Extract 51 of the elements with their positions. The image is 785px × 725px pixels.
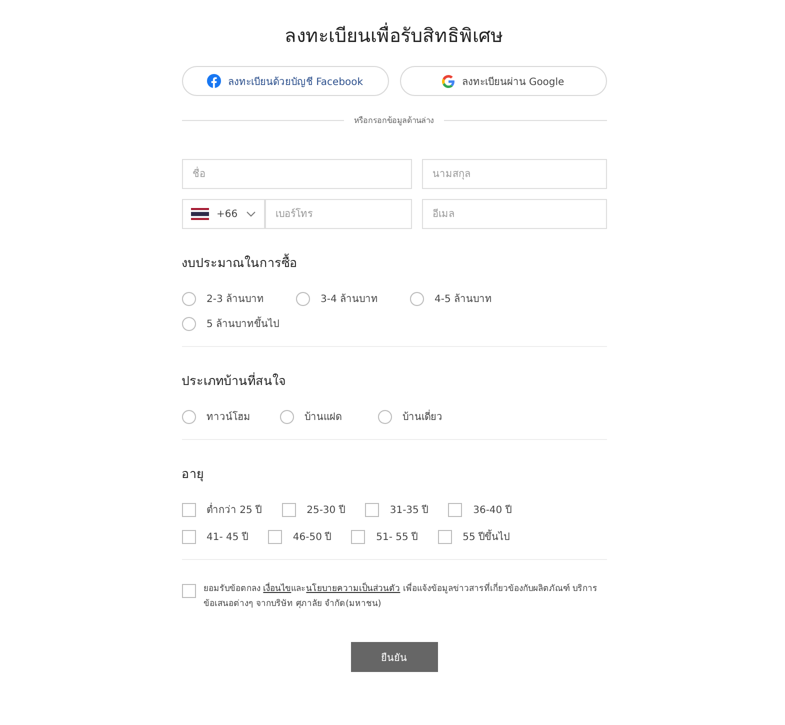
checkbox-option[interactable]: 41- 45 ปี xyxy=(182,529,248,544)
facebook-logo-icon xyxy=(206,74,221,88)
email-field[interactable]: อีเมล xyxy=(422,199,606,229)
section-heading: อายุ xyxy=(182,465,204,484)
checkbox[interactable] xyxy=(282,502,296,516)
radio-option[interactable]: 4-5 ล้านบาท xyxy=(410,291,524,306)
checkbox[interactable] xyxy=(268,530,282,544)
checkbox-option[interactable]: 46-50 ปี xyxy=(268,529,332,544)
radio-button[interactable] xyxy=(378,410,392,424)
policy-link[interactable]: เงื่อนไข xyxy=(263,584,292,594)
radio-option[interactable]: บ้านเดี่ยว xyxy=(378,409,476,424)
radio-option[interactable]: 2-3 ล้านบาท xyxy=(182,291,296,306)
last-name-field[interactable]: นามสกุล xyxy=(422,159,606,189)
checkbox-option[interactable]: 51- 55 ปี xyxy=(351,529,418,544)
checkbox[interactable] xyxy=(438,530,452,544)
radio-button[interactable] xyxy=(182,292,196,306)
checkbox-option[interactable]: 25-30 ปี xyxy=(282,502,345,517)
checkbox-option[interactable]: ต่ำกว่า 25 ปี xyxy=(182,502,262,517)
radio-button[interactable] xyxy=(296,292,310,306)
radio-button[interactable] xyxy=(410,292,424,306)
chevron-down-icon xyxy=(246,211,256,217)
radio-button[interactable] xyxy=(182,316,196,330)
radio-option[interactable]: บ้านแฝด xyxy=(280,409,378,424)
checkbox-option[interactable]: 31-35 ปี xyxy=(364,502,428,517)
radio-option[interactable]: 3-4 ล้านบาท xyxy=(296,291,410,306)
checkbox-option[interactable]: 36-40 ปี xyxy=(448,502,512,517)
checkbox-option[interactable]: 55 ปีขึ้นไป xyxy=(438,529,510,544)
first-name-field[interactable]: ชื่อ xyxy=(182,159,412,189)
radio-button[interactable] xyxy=(182,410,196,424)
thai-flag-icon xyxy=(190,208,208,220)
page-title: ลงทะเบียนเพื่อรับสิทธิพิเศษ xyxy=(182,20,606,50)
phone-field[interactable]: เบอร์โทร xyxy=(266,199,412,229)
checkbox[interactable] xyxy=(182,530,196,544)
section-heading: งบประมาณในการซื้อ xyxy=(182,253,298,272)
consent-checkbox[interactable] xyxy=(182,584,196,598)
submit-button[interactable]: ยืนยัน xyxy=(350,642,438,672)
facebook-signup-button[interactable]: ลงทะเบียนด้วยบัญชี Facebook xyxy=(182,66,388,96)
radio-option[interactable]: 5 ล้านบาทขึ้นไป xyxy=(182,316,296,331)
divider-text: หรือกรอกข้อมูลด้านล่าง xyxy=(354,115,434,127)
checkbox[interactable] xyxy=(182,502,196,516)
checkbox[interactable] xyxy=(364,502,379,516)
google-signup-button[interactable]: ลงทะเบียนผ่าน Google xyxy=(400,66,606,96)
country-code-dropdown[interactable]: +66 xyxy=(182,199,266,229)
checkbox[interactable] xyxy=(351,530,366,544)
radio-option[interactable]: ทาวน์โฮม xyxy=(182,409,280,424)
radio-button[interactable] xyxy=(280,410,294,424)
policy-link[interactable]: นโยบายความเป็นส่วนตัว xyxy=(306,584,400,594)
consent-text: ยอมรับข้อตกลง เงื่อนไขและนโยบายความเป็นส่วนตัว เพื่อแจ้งข้อมูลข่าวสารที่เกี่ยวข้องกับผลิตภัณฑ์ บริการ ข้อเสนอต่างๆ จากบริษัท ศุภาลัย จำกัด(มหาชน) xyxy=(204,582,599,611)
google-logo-icon xyxy=(442,74,455,88)
checkbox[interactable] xyxy=(448,502,462,516)
section-heading: ประเภทบ้านที่สนใจ xyxy=(182,371,286,390)
